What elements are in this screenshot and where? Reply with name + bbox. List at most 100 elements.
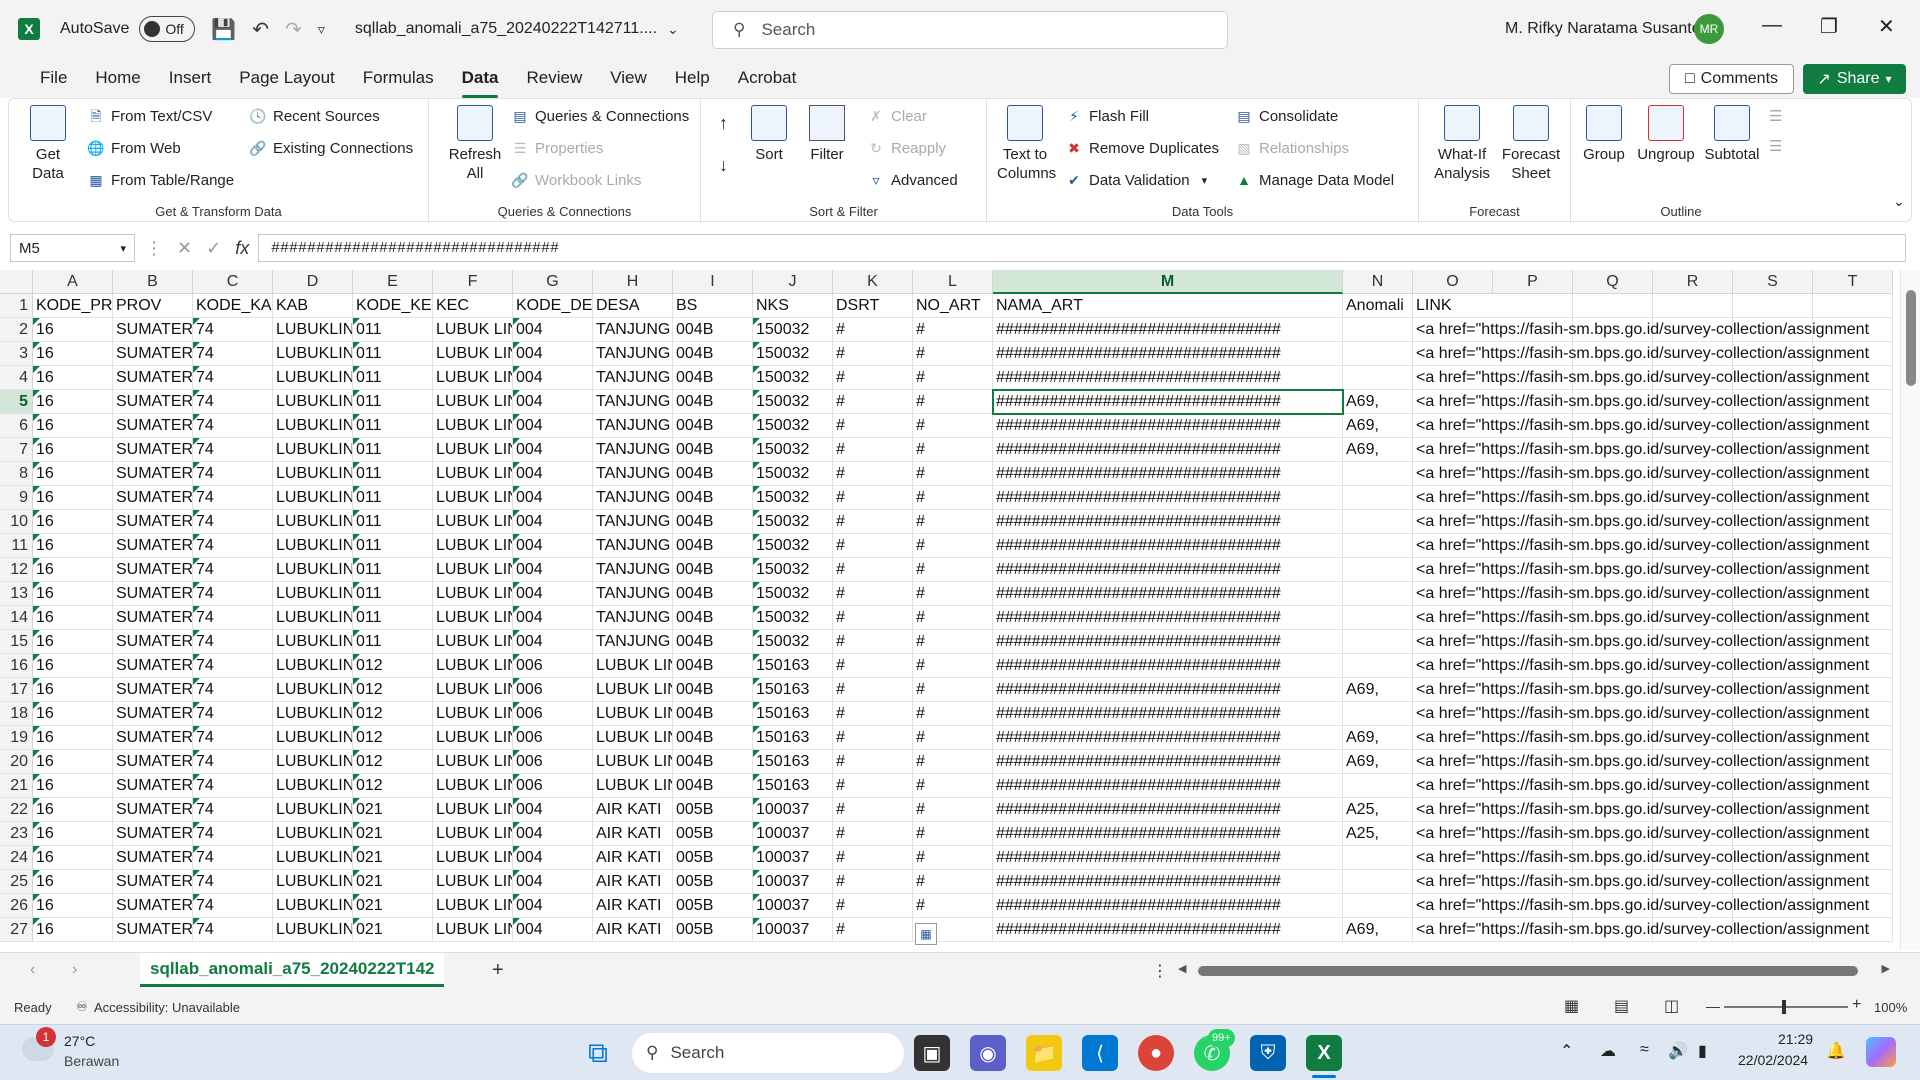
table-cell[interactable]: LUBUKLIN [273, 630, 353, 654]
table-cell[interactable]: # [833, 558, 913, 582]
table-cell[interactable]: LUBUK LIN [433, 342, 513, 366]
table-cell[interactable]: 16 [33, 774, 113, 798]
table-cell[interactable]: AIR KATI [593, 798, 673, 822]
table-cell[interactable]: ################################ [993, 798, 1343, 822]
table-cell[interactable]: ################################ [993, 606, 1343, 630]
table-cell[interactable]: LUBUK LIN [433, 534, 513, 558]
table-cell[interactable]: LUBUKLIN [273, 438, 353, 462]
table-cell[interactable]: <a href="https://fasih-sm.bps.go.id/surv… [1413, 582, 1869, 606]
enter-icon[interactable]: ✓ [206, 238, 221, 259]
more-options-icon[interactable]: ⋮ [1152, 961, 1168, 981]
table-cell[interactable]: <a href="https://fasih-sm.bps.go.id/surv… [1413, 486, 1869, 510]
table-cell[interactable]: # [913, 318, 993, 342]
recent-sources-button[interactable]: 🕓 Recent Sources [249, 107, 379, 125]
table-cell[interactable]: 74 [193, 774, 273, 798]
table-cell[interactable]: 005B [673, 798, 753, 822]
table-cell[interactable]: LUBUK LIN [433, 726, 513, 750]
table-cell[interactable]: 150163 [753, 750, 833, 774]
table-cell[interactable]: LUBUK LIN [433, 798, 513, 822]
table-cell[interactable]: TANJUNG [593, 606, 673, 630]
horizontal-scrollbar[interactable]: ◀ ▶ [1178, 962, 1890, 978]
header-cell[interactable]: DSRT [833, 294, 913, 318]
table-cell[interactable]: 16 [33, 606, 113, 630]
table-cell[interactable]: <a href="https://fasih-sm.bps.go.id/surv… [1413, 462, 1869, 486]
close-icon[interactable]: ✕ [1878, 14, 1895, 39]
table-cell[interactable]: LUBUKLIN [273, 366, 353, 390]
filter-button[interactable]: Filter [805, 105, 849, 164]
table-cell[interactable]: 16 [33, 846, 113, 870]
zoom-in-icon[interactable]: + [1852, 996, 1861, 1014]
copilot-icon[interactable] [1866, 1037, 1896, 1067]
column-header[interactable]: J [753, 270, 833, 294]
row-header[interactable]: 3 [0, 342, 33, 366]
zoom-out-icon[interactable]: — [1706, 998, 1720, 1014]
queries-connections-button[interactable]: ▤ Queries & Connections [511, 107, 689, 125]
table-cell[interactable]: <a href="https://fasih-sm.bps.go.id/surv… [1413, 438, 1869, 462]
table-cell[interactable]: LUBUKLIN [273, 870, 353, 894]
table-cell[interactable]: # [913, 582, 993, 606]
table-cell[interactable]: 004B [673, 678, 753, 702]
scroll-left-icon[interactable]: ◀ [1178, 962, 1186, 975]
table-cell[interactable]: ################################ [993, 918, 1343, 942]
menu-review[interactable]: Review [512, 68, 596, 88]
table-cell[interactable]: 16 [33, 390, 113, 414]
table-cell[interactable]: <a href="https://fasih-sm.bps.go.id/surv… [1413, 534, 1869, 558]
column-header[interactable]: S [1733, 270, 1813, 294]
column-header[interactable]: L [913, 270, 993, 294]
table-cell[interactable]: <a href="https://fasih-sm.bps.go.id/surv… [1413, 510, 1869, 534]
table-cell[interactable]: SUMATERA [113, 654, 193, 678]
table-cell[interactable]: LUBUK LIN [433, 486, 513, 510]
table-cell[interactable]: LUBUKLIN [273, 342, 353, 366]
sort-button[interactable]: Sort [749, 105, 789, 164]
row-header[interactable]: 27 [0, 918, 33, 942]
table-cell[interactable]: ################################ [993, 366, 1343, 390]
data-validation-button[interactable]: ✔ Data Validation ▾ [1065, 171, 1207, 189]
table-cell[interactable]: # [913, 774, 993, 798]
table-cell[interactable]: 74 [193, 894, 273, 918]
table-cell[interactable]: AIR KATI [593, 918, 673, 942]
add-sheet-icon[interactable]: + [492, 959, 504, 982]
table-cell[interactable]: 021 [353, 870, 433, 894]
table-cell[interactable]: SUMATERA [113, 462, 193, 486]
customize-toolbar-icon[interactable]: ▿ [318, 21, 325, 38]
hide-detail-icon[interactable]: ☰ [1769, 137, 1782, 155]
table-cell[interactable]: 005B [673, 918, 753, 942]
column-header[interactable]: T [1813, 270, 1893, 294]
chevron-down-icon[interactable]: ⌄ [667, 21, 679, 38]
table-cell[interactable]: <a href="https://fasih-sm.bps.go.id/surv… [1413, 798, 1869, 822]
table-cell[interactable]: ################################ [993, 846, 1343, 870]
table-cell[interactable]: LUBUKLIN [273, 558, 353, 582]
table-cell[interactable]: LUBUK LIN [433, 702, 513, 726]
scroll-right-icon[interactable]: ▶ [1882, 962, 1890, 975]
table-cell[interactable]: 150163 [753, 726, 833, 750]
table-cell[interactable]: 004 [513, 630, 593, 654]
table-cell[interactable]: 150032 [753, 414, 833, 438]
table-cell[interactable]: 004 [513, 342, 593, 366]
table-cell[interactable]: SUMATERA [113, 534, 193, 558]
table-cell[interactable]: AIR KATI [593, 822, 673, 846]
table-cell[interactable]: # [833, 894, 913, 918]
table-cell[interactable]: 004B [673, 726, 753, 750]
redo-icon[interactable]: ↷ [285, 17, 302, 42]
existing-connections-button[interactable]: 🔗 Existing Connections [249, 139, 413, 157]
table-cell[interactable]: 004 [513, 846, 593, 870]
table-cell[interactable]: LUBUKLIN [273, 678, 353, 702]
sort-descending-icon[interactable]: ↓ [719, 155, 728, 176]
table-cell[interactable]: SUMATERA [113, 798, 193, 822]
table-cell[interactable]: 150032 [753, 342, 833, 366]
table-cell[interactable]: ################################ [993, 894, 1343, 918]
table-cell[interactable]: LUBUKLIN [273, 486, 353, 510]
menu-view[interactable]: View [596, 68, 661, 88]
onedrive-icon[interactable]: ☁ [1600, 1041, 1616, 1061]
save-icon[interactable]: 💾 [211, 17, 236, 42]
table-cell[interactable]: SUMATERA [113, 846, 193, 870]
table-cell[interactable]: <a href="https://fasih-sm.bps.go.id/surv… [1413, 678, 1869, 702]
table-cell[interactable]: 100037 [753, 870, 833, 894]
menu-home[interactable]: Home [81, 68, 154, 88]
row-header[interactable]: 11 [0, 534, 33, 558]
table-cell[interactable]: ################################ [993, 486, 1343, 510]
reapply-button[interactable]: ↻ Reapply [867, 139, 946, 157]
column-header[interactable]: O [1413, 270, 1493, 294]
notification-bell-icon[interactable]: 🔔 [1826, 1041, 1846, 1061]
table-cell[interactable]: 011 [353, 606, 433, 630]
